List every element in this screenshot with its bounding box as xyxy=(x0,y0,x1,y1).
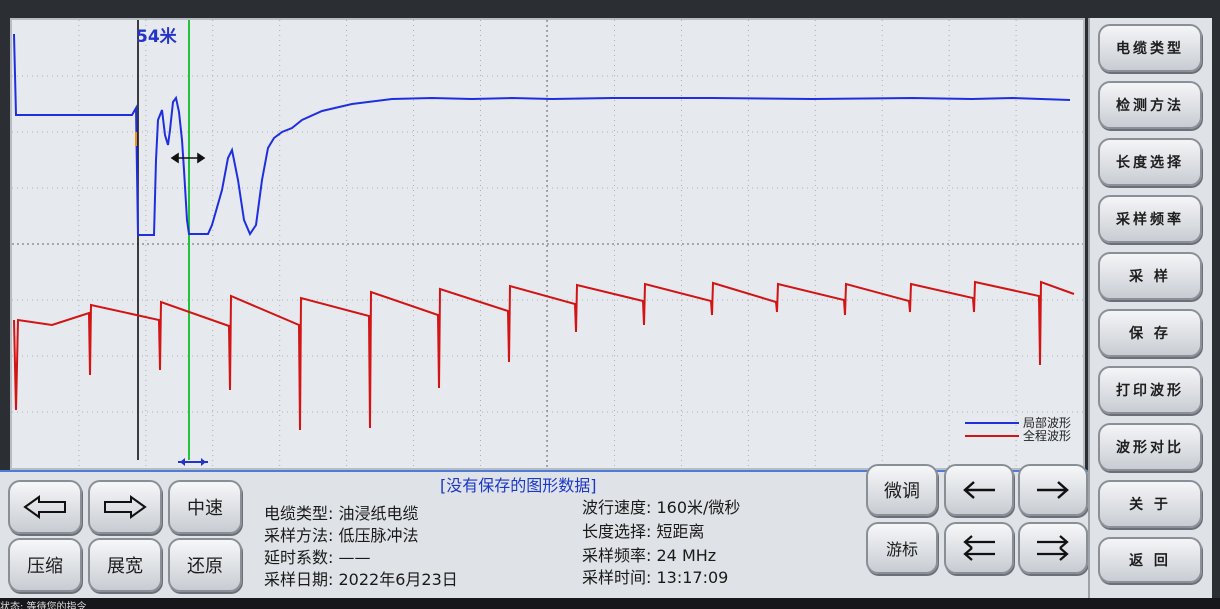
left-arrow-icon xyxy=(23,495,66,519)
info-time: 采样时间: 13:17:09 xyxy=(582,564,728,588)
control-panel: [没有保存的图形数据] 中速 压缩 展宽 还原 电缆类型: 油浸纸电缆 采样方法… xyxy=(0,464,1088,598)
cursor-right-button[interactable] xyxy=(1018,464,1088,516)
cable-type-value: 油浸纸电缆 xyxy=(338,504,419,523)
info-frequency: 采样频率: 24 MHz xyxy=(582,542,716,566)
menu-cable-type[interactable]: 电缆类型 xyxy=(1098,24,1202,72)
compress-button[interactable]: 压缩 xyxy=(8,538,82,592)
double-arrow-left-icon xyxy=(963,535,995,561)
double-arrow-right-icon xyxy=(1037,535,1069,561)
cable-type-label: 电缆类型: xyxy=(264,504,334,523)
cursor-button[interactable]: 游标 xyxy=(866,522,938,574)
status-message: [没有保存的图形数据] xyxy=(440,476,597,495)
menu-panel: 电缆类型 检测方法 长度选择 采样频率 采 样 保 存 打印波形 波形对比 关 … xyxy=(1088,18,1212,598)
info-wave-speed: 波行速度: 160米/微秒 xyxy=(582,494,740,518)
waveform-svg xyxy=(12,20,1083,468)
legend-swatch-full xyxy=(964,434,1019,437)
menu-length-select[interactable]: 长度选择 xyxy=(1098,138,1202,186)
speed-label: 波行速度: xyxy=(582,498,652,517)
screen: 54米 局部波形 全程波形 [没有保存的图形数据] 中速 压缩 展宽 还原 电缆… xyxy=(0,0,1220,609)
arrow-right-icon xyxy=(1037,481,1069,499)
delay-label: 延时系数: xyxy=(264,548,334,567)
menu-sample[interactable]: 采 样 xyxy=(1098,252,1202,300)
menu-save[interactable]: 保 存 xyxy=(1098,309,1202,357)
waveform-plot[interactable]: 54米 局部波形 全程波形 xyxy=(10,18,1085,470)
method-label: 采样方法: xyxy=(264,526,334,545)
cursor-distance-label: 54米 xyxy=(136,27,177,47)
menu-detection-method[interactable]: 检测方法 xyxy=(1098,81,1202,129)
info-method: 采样方法: 低压脉冲法 xyxy=(264,522,419,546)
menu-compare-waveform[interactable]: 波形对比 xyxy=(1098,423,1202,471)
length-value: 短距离 xyxy=(656,522,705,541)
length-label: 长度选择: xyxy=(582,522,652,541)
info-cable-type: 电缆类型: 油浸纸电缆 xyxy=(264,500,419,524)
menu-print-waveform[interactable]: 打印波形 xyxy=(1098,366,1202,414)
speed-button[interactable]: 中速 xyxy=(168,480,242,534)
info-length: 长度选择: 短距离 xyxy=(582,518,705,542)
arrow-left-icon xyxy=(963,481,995,499)
swap-left-button[interactable] xyxy=(944,522,1014,574)
legend: 局部波形 全程波形 xyxy=(964,416,1071,443)
right-arrow-icon xyxy=(104,495,147,519)
frequency-value: 24 MHz xyxy=(656,546,717,565)
status-bar: 状态: 等待您的指令 xyxy=(0,598,1220,609)
legend-swatch-local xyxy=(964,421,1019,424)
info-date: 采样日期: 2022年6月23日 xyxy=(264,566,458,590)
right-arrow-button[interactable] xyxy=(88,480,162,534)
time-value: 13:17:09 xyxy=(656,568,729,587)
menu-sample-frequency[interactable]: 采样频率 xyxy=(1098,195,1202,243)
restore-button[interactable]: 还原 xyxy=(168,538,242,592)
menu-back[interactable]: 返 回 xyxy=(1098,537,1202,583)
legend-item-full: 全程波形 xyxy=(964,429,1071,443)
date-value: 2022年6月23日 xyxy=(338,570,458,589)
cursor-marker-icon xyxy=(178,458,208,466)
fine-tune-button[interactable]: 微调 xyxy=(866,464,938,516)
menu-about[interactable]: 关 于 xyxy=(1098,480,1202,528)
expand-button[interactable]: 展宽 xyxy=(88,538,162,592)
frequency-label: 采样频率: xyxy=(582,546,652,565)
time-label: 采样时间: xyxy=(582,568,652,587)
left-arrow-button[interactable] xyxy=(8,480,82,534)
delay-value: —— xyxy=(338,548,371,567)
cursor-left-button[interactable] xyxy=(944,464,1014,516)
speed-value: 160米/微秒 xyxy=(656,498,741,517)
method-value: 低压脉冲法 xyxy=(338,526,419,545)
legend-label-full: 全程波形 xyxy=(1022,429,1071,443)
date-label: 采样日期: xyxy=(264,570,334,589)
local-waveform xyxy=(13,33,1071,237)
swap-right-button[interactable] xyxy=(1018,522,1088,574)
info-delay: 延时系数: —— xyxy=(264,544,371,568)
